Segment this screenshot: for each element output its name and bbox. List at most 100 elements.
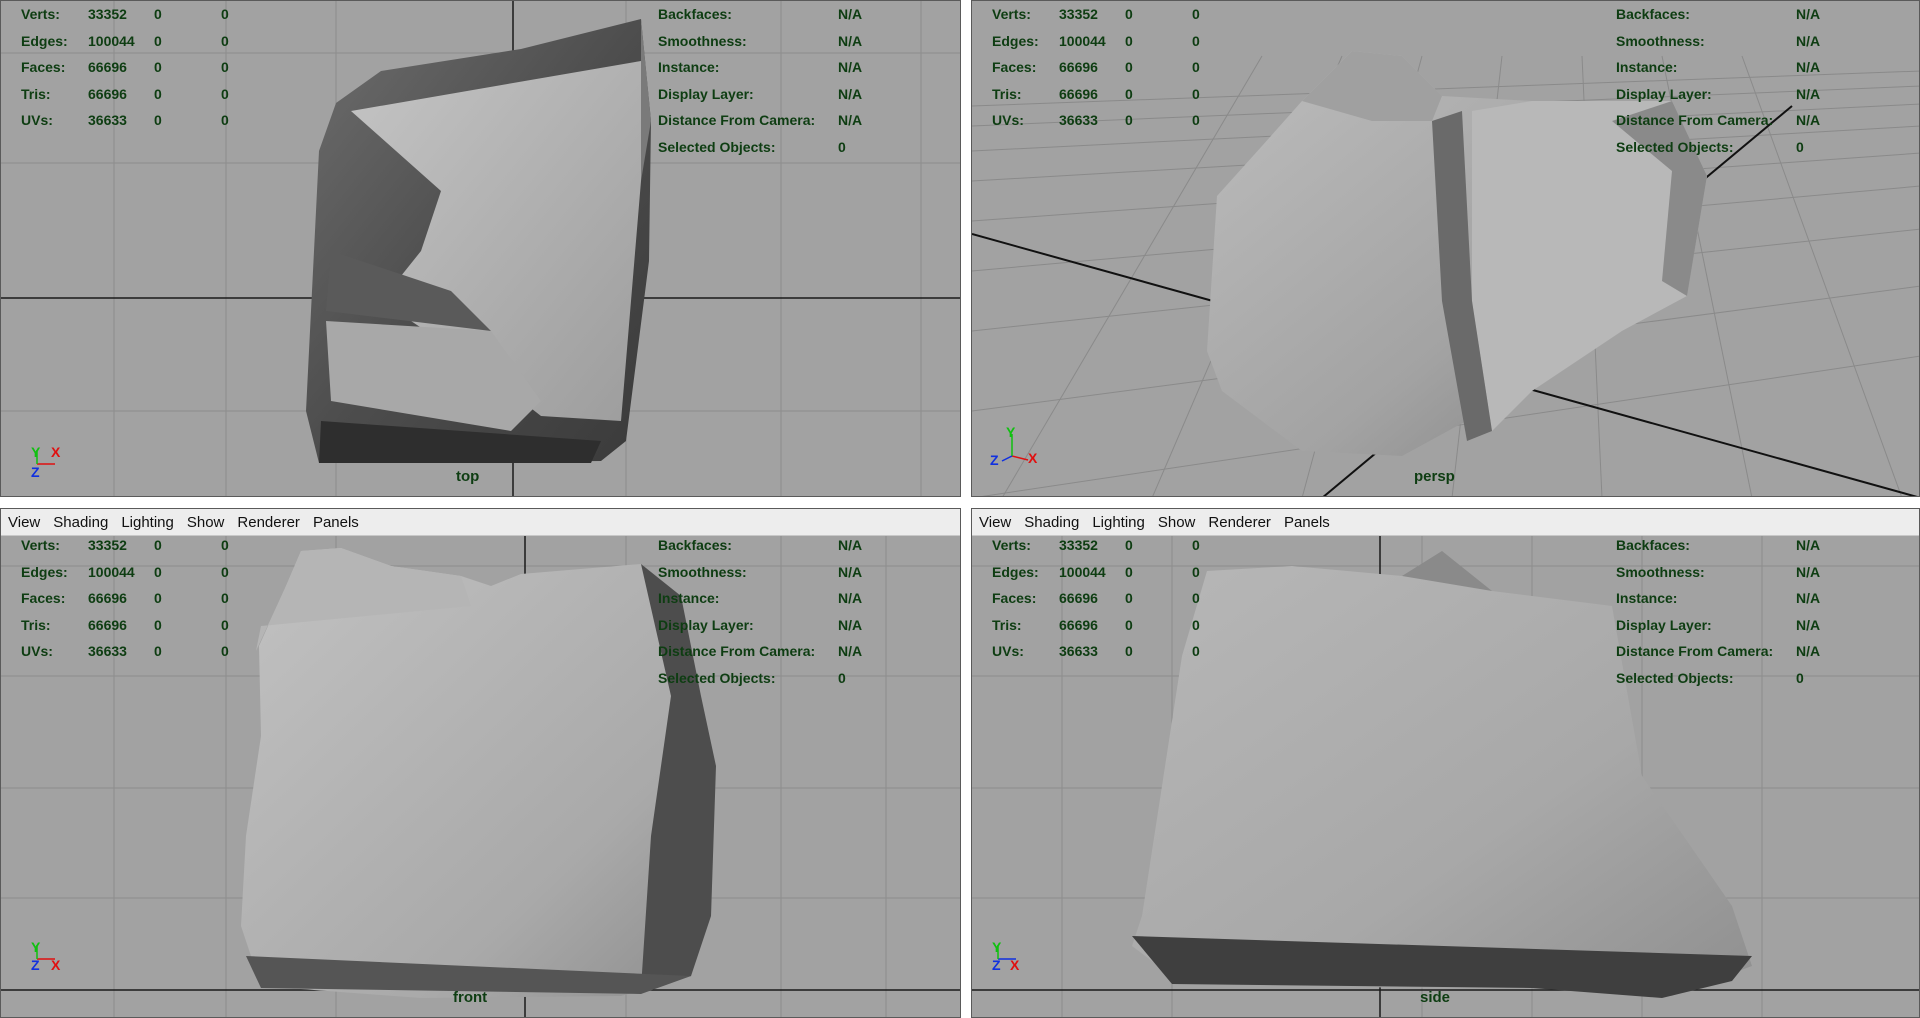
stat-extra: 0 (1192, 112, 1200, 128)
rock-mesh-top (306, 19, 651, 463)
info-label: Backfaces: (1616, 6, 1690, 22)
stat-extra: 0 (1192, 616, 1200, 633)
info-value: 0 (838, 669, 846, 686)
stat-value: 33352 (1059, 6, 1098, 22)
poly-stats-hud: Verts: 33352 0 0 Edges: 100044 0 0 Faces: 66696 0 0… (21, 1, 251, 134)
info-label: Distance From Camera: (1616, 643, 1774, 659)
axis-z-label: Z (31, 464, 40, 480)
object-info-hud: Backfaces: N/A Smoothness: N/A Instance: N/A D… (658, 536, 918, 691)
info-value: N/A (1796, 85, 1821, 102)
viewport-front[interactable]: View Shading Lighting Show Renderer Pane… (0, 508, 961, 1018)
info-label: Smoothness: (1616, 32, 1705, 49)
menu-view[interactable]: View (979, 514, 1011, 531)
info-label: Backfaces: (658, 6, 732, 22)
info-value: N/A (1796, 590, 1821, 606)
menu-panels[interactable]: Panels (1284, 514, 1330, 531)
menu-lighting[interactable]: Lighting (121, 514, 174, 531)
info-label: Selected Objects: (658, 669, 776, 686)
info-label: Display Layer: (658, 616, 754, 633)
info-row: Selected Objects: 0 (658, 665, 918, 692)
poly-stats-hud: Verts: 33352 0 0 Edges: 100044 0 0 Faces: 66696 0 0… (992, 536, 1222, 665)
stat-selected: 0 (154, 616, 162, 633)
stat-row: UVs: 36633 0 0 (21, 638, 251, 665)
stat-row: Faces: 66696 0 0 (21, 585, 251, 612)
menu-show[interactable]: Show (1158, 514, 1196, 531)
stat-selected: 0 (1125, 32, 1133, 49)
stat-extra: 0 (1192, 32, 1200, 49)
stat-selected: 0 (154, 643, 162, 659)
info-row: Selected Objects: 0 (658, 134, 918, 161)
menu-lighting[interactable]: Lighting (1092, 514, 1145, 531)
axis-x-label: X (51, 957, 61, 973)
poly-stats-hud: Verts: 33352 0 0 Edges: 100044 0 0 Faces: 66696 0 0… (992, 1, 1222, 134)
info-value: N/A (838, 643, 863, 659)
stat-value: 36633 (88, 643, 127, 659)
stat-row: Edges: 100044 0 0 (992, 559, 1222, 586)
stat-extra: 0 (221, 590, 229, 606)
menu-shading[interactable]: Shading (53, 514, 108, 531)
stat-row: Tris: 66696 0 0 (992, 81, 1222, 108)
stat-selected: 0 (1125, 537, 1133, 553)
stat-label: UVs: (992, 643, 1024, 659)
stat-label: Edges: (21, 32, 68, 49)
stat-label: Faces: (992, 59, 1037, 75)
axis-z-label: Z (992, 957, 1001, 973)
stat-value: 66696 (1059, 85, 1098, 102)
axis-y-label: Y (992, 939, 1002, 955)
axis-gizmo-persp: Y Z X (990, 424, 1050, 476)
menu-panels[interactable]: Panels (313, 514, 359, 531)
info-value: N/A (838, 616, 863, 633)
axis-x-label: X (1028, 450, 1038, 466)
axis-x-label: X (51, 444, 61, 460)
stat-selected: 0 (154, 563, 162, 580)
object-info-hud: Backfaces: N/A Smoothness: N/A Instance: N/A D… (658, 1, 918, 160)
info-label: Display Layer: (1616, 85, 1712, 102)
info-row: Backfaces: N/A (1616, 536, 1876, 559)
info-label: Backfaces: (1616, 537, 1690, 553)
stat-value: 66696 (1059, 616, 1098, 633)
stat-row: Faces: 66696 0 0 (992, 54, 1222, 81)
viewport-front-canvas[interactable]: Y Z X front Verts: 33352 0 0 Edges: 100044 0 0 F… (1, 536, 960, 1017)
stat-selected: 0 (154, 85, 162, 102)
stat-row: UVs: 36633 0 0 (992, 107, 1222, 134)
info-row: Backfaces: N/A (1616, 1, 1876, 28)
info-row: Backfaces: N/A (658, 1, 918, 28)
info-row: Smoothness: N/A (1616, 559, 1876, 586)
menu-renderer[interactable]: Renderer (237, 514, 300, 531)
info-value: N/A (1796, 563, 1821, 580)
info-label: Distance From Camera: (1616, 112, 1774, 128)
stat-extra: 0 (221, 643, 229, 659)
stat-value: 100044 (88, 563, 135, 580)
stat-label: Verts: (21, 6, 60, 22)
menu-shading[interactable]: Shading (1024, 514, 1079, 531)
stat-selected: 0 (1125, 590, 1133, 606)
menu-show[interactable]: Show (187, 514, 225, 531)
info-row: Backfaces: N/A (658, 536, 918, 559)
info-row: Display Layer: N/A (658, 81, 918, 108)
stat-label: Faces: (992, 590, 1037, 606)
info-label: Distance From Camera: (658, 112, 816, 128)
menu-renderer[interactable]: Renderer (1208, 514, 1271, 531)
info-label: Display Layer: (658, 85, 754, 102)
viewport-persp[interactable]: Y Z X persp Verts: 33352 0 0 Edges: 100044 0 0 F… (971, 0, 1920, 497)
viewport-side-canvas[interactable]: Y Z X side Verts: 33352 0 0 Edges: 100044 0 0 Fa… (972, 536, 1919, 1017)
stat-value: 66696 (1059, 59, 1098, 75)
info-label: Instance: (658, 590, 720, 606)
axis-gizmo-side: Y Z X (988, 939, 1048, 989)
info-label: Display Layer: (1616, 616, 1712, 633)
info-row: Distance From Camera: N/A (658, 638, 918, 665)
viewport-side[interactable]: View Shading Lighting Show Renderer Pane… (971, 508, 1920, 1018)
stat-row: Faces: 66696 0 0 (992, 585, 1222, 612)
info-value: 0 (1796, 669, 1804, 686)
info-row: Smoothness: N/A (658, 28, 918, 55)
viewport-top[interactable]: Y X Z top Verts: 33352 0 0 Edges: 100044 0 0 Fac… (0, 0, 961, 497)
stat-value: 36633 (1059, 112, 1098, 128)
menu-view[interactable]: View (8, 514, 40, 531)
stat-row: Verts: 33352 0 0 (992, 536, 1222, 559)
stat-label: UVs: (21, 643, 53, 659)
stat-row: Edges: 100044 0 0 (992, 28, 1222, 55)
stat-value: 66696 (88, 59, 127, 75)
info-row: Display Layer: N/A (1616, 612, 1876, 639)
info-value: N/A (838, 6, 863, 22)
stat-label: Tris: (21, 616, 51, 633)
